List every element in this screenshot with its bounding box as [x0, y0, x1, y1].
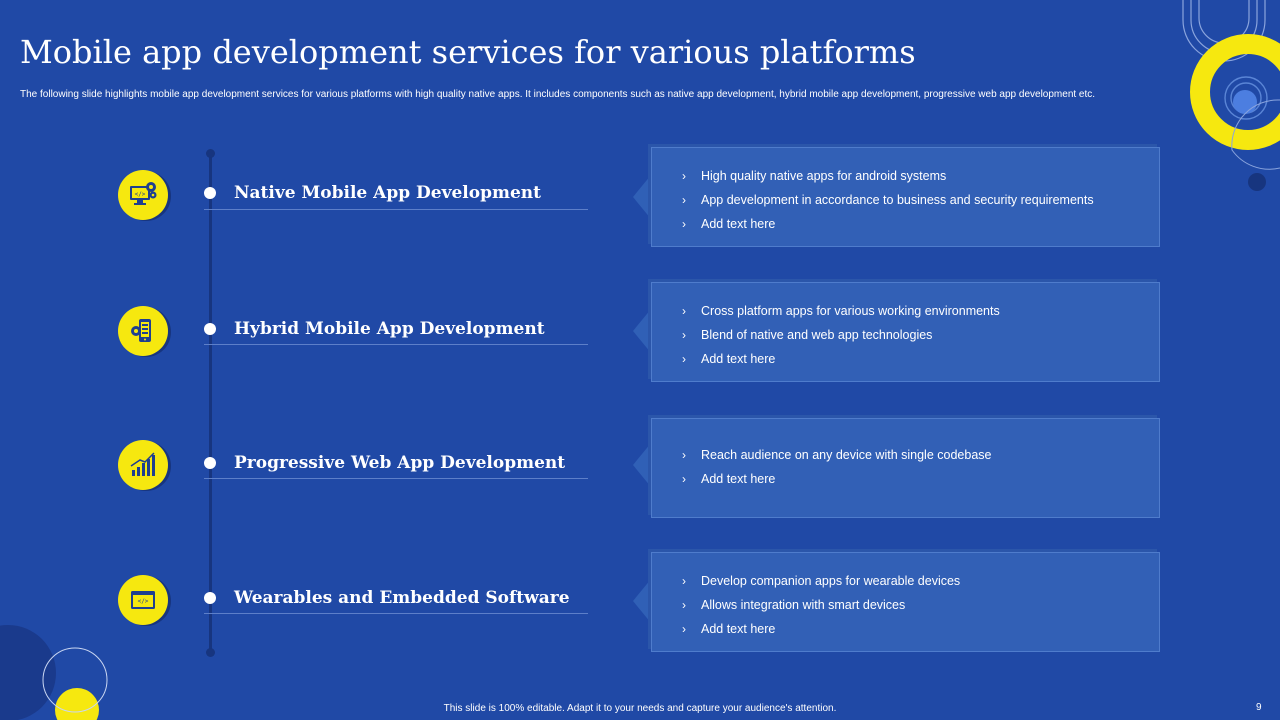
service-details-card: › Develop companion apps for wearable dev… [651, 552, 1160, 652]
timeline-dot [204, 457, 216, 469]
chevron-right-icon: › [682, 304, 686, 318]
list-item: › Add text here [682, 347, 1000, 371]
chevron-right-icon: › [682, 193, 686, 207]
list-item: › App development in accordance to busine… [682, 188, 1094, 212]
mobile-gear-icon [118, 306, 168, 356]
card-pointer [633, 175, 651, 219]
svg-text:</>: </> [138, 598, 149, 605]
service-title: Progressive Web App Development [234, 453, 566, 473]
list-item: › Add text here [682, 617, 960, 641]
list-item: › Allows integration with smart devices [682, 593, 960, 617]
timeline-dot [204, 323, 216, 335]
list-item: › Develop companion apps for wearable dev… [682, 569, 960, 593]
chevron-right-icon: › [682, 448, 686, 462]
title-underline [204, 478, 588, 479]
chevron-right-icon: › [682, 352, 686, 366]
chevron-right-icon: › [682, 574, 686, 588]
list-item: › Blend of native and web app technologie… [682, 323, 1000, 347]
service-hybrid-mobile: Hybrid Mobile App Development › Cross pla… [0, 276, 1280, 382]
title-underline [204, 613, 588, 614]
chevron-right-icon: › [682, 169, 686, 183]
yellow-ring [1190, 34, 1280, 150]
slide-title: Mobile app development services for vari… [20, 33, 916, 71]
code-window-icon: </> [118, 575, 168, 625]
service-progressive-web: Progressive Web App Development › Reach a… [0, 410, 1280, 518]
page-number: 9 [1256, 702, 1262, 713]
chevron-right-icon: › [682, 622, 686, 636]
title-underline [204, 344, 588, 345]
chevron-right-icon: › [682, 217, 686, 231]
card-pointer [633, 443, 651, 487]
timeline-dot [204, 187, 216, 199]
slide-subtitle: The following slide highlights mobile ap… [20, 89, 1096, 100]
card-pointer [633, 579, 651, 623]
growth-bars-icon [118, 440, 168, 490]
card-pointer [633, 309, 651, 353]
computer-gear-icon: </> [118, 170, 168, 220]
list-item: › Add text here [682, 212, 1094, 236]
top-right-arches [1182, 0, 1266, 62]
title-underline [204, 209, 588, 210]
list-item: › Reach audience on any device with singl… [682, 443, 991, 467]
service-native-mobile: </> Native Mobile App Development › High … [0, 140, 1280, 247]
service-title: Native Mobile App Development [234, 183, 542, 203]
chevron-right-icon: › [682, 472, 686, 486]
list-item: › High quality native apps for android sy… [682, 164, 1094, 188]
service-title: Wearables and Embedded Software [234, 588, 570, 608]
service-details-card: › High quality native apps for android sy… [651, 147, 1160, 247]
service-details-card: › Reach audience on any device with singl… [651, 418, 1160, 518]
service-wearables-embedded: </> Wearables and Embedded Software › Dev… [0, 545, 1280, 652]
list-item: › Cross platform apps for various working… [682, 299, 1000, 323]
service-details-card: › Cross platform apps for various working… [651, 282, 1160, 382]
list-item: › Add text here [682, 467, 991, 491]
footer-note: This slide is 100% editable. Adapt it to… [443, 703, 837, 714]
svg-text:</>: </> [135, 191, 146, 198]
chevron-right-icon: › [682, 328, 686, 342]
timeline-dot [204, 592, 216, 604]
service-title: Hybrid Mobile App Development [234, 319, 545, 339]
chevron-right-icon: › [682, 598, 686, 612]
